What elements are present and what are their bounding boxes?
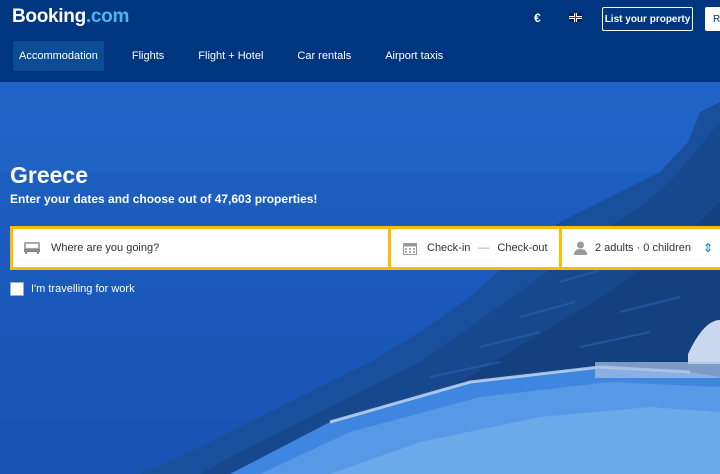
main-nav: Accommodation Flights Flight + Hotel Car… bbox=[13, 41, 471, 71]
work-travel-option[interactable]: I'm travelling for work bbox=[10, 282, 135, 296]
date-separator: — bbox=[478, 242, 490, 254]
checkout-label: Check-out bbox=[497, 242, 548, 254]
bed-icon bbox=[24, 242, 40, 254]
checkin-label: Check-in bbox=[427, 242, 471, 254]
uk-flag-icon[interactable] bbox=[569, 13, 582, 22]
nav-flight-hotel[interactable]: Flight + Hotel bbox=[192, 41, 269, 71]
page-title: Greece bbox=[10, 162, 89, 188]
chevron-updown-icon: ⇕ bbox=[703, 241, 714, 255]
list-property-button[interactable]: List your property bbox=[602, 7, 693, 31]
nav-airport-taxis[interactable]: Airport taxis bbox=[379, 41, 449, 71]
work-travel-checkbox[interactable] bbox=[10, 282, 24, 296]
destination-placeholder: Where are you going? bbox=[51, 242, 160, 254]
calendar-icon bbox=[403, 242, 417, 255]
currency-selector[interactable]: € bbox=[534, 11, 541, 25]
person-icon bbox=[574, 241, 587, 255]
hero-banner: Greece Enter your dates and choose out o… bbox=[0, 82, 720, 474]
dates-field[interactable]: Check-in — Check-out bbox=[391, 229, 559, 267]
register-button[interactable]: Re bbox=[705, 7, 720, 31]
destination-field[interactable]: Where are you going? bbox=[13, 229, 388, 267]
work-travel-label: I'm travelling for work bbox=[31, 283, 135, 295]
guests-summary: 2 adults · 0 children bbox=[595, 242, 691, 254]
search-bar: Where are you going? Check-in — Check-ou… bbox=[10, 226, 720, 270]
booking-logo[interactable]: Booking.com bbox=[12, 6, 129, 28]
nav-accommodation[interactable]: Accommodation bbox=[13, 41, 104, 71]
nav-flights[interactable]: Flights bbox=[126, 41, 170, 71]
guests-field[interactable]: 2 adults · 0 children ⇕ bbox=[562, 229, 720, 267]
hero-background-image bbox=[0, 82, 720, 474]
page-subtitle: Enter your dates and choose out of 47,60… bbox=[10, 192, 318, 206]
nav-car-rentals[interactable]: Car rentals bbox=[291, 41, 357, 71]
top-header: Booking.com € List your property Re Acco… bbox=[0, 0, 720, 82]
